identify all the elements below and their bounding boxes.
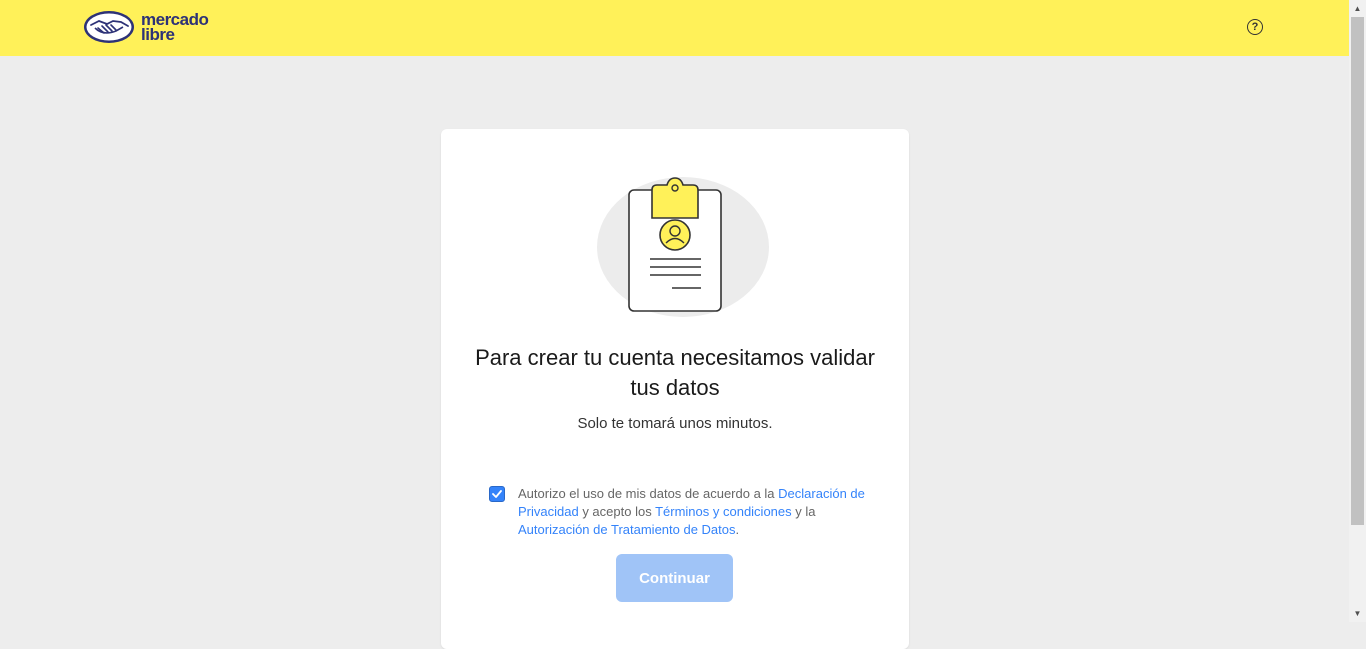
scroll-up-arrow-icon[interactable]: ▲: [1349, 0, 1366, 17]
consent-text: Autorizo el uso de mis datos de acuerdo …: [518, 485, 868, 539]
consent-text-part-3: y la: [791, 504, 816, 519]
help-icon[interactable]: ?: [1247, 19, 1263, 35]
consent-text-part-1: Autorizo el uso de mis datos de acuerdo …: [518, 486, 779, 501]
consent-checkbox[interactable]: [489, 486, 505, 502]
clipboard-user-icon: [597, 177, 769, 317]
scroll-down-arrow-icon[interactable]: ▼: [1349, 605, 1366, 622]
validation-card: Para crear tu cuenta necesitamos validar…: [441, 129, 909, 649]
logo-line-2: libre: [141, 25, 175, 44]
data-treatment-authorization-link[interactable]: Autorización de Tratamiento de Datos: [518, 522, 736, 537]
page-title: Para crear tu cuenta necesitamos validar…: [475, 345, 875, 400]
page-subtitle: Solo te tomará unos minutos.: [577, 415, 773, 432]
scroll-thumb[interactable]: [1351, 17, 1364, 525]
continue-button[interactable]: Continuar: [616, 554, 733, 602]
top-header: mercado libre ?: [0, 0, 1349, 56]
consent-text-part-2: y acepto los: [578, 504, 656, 519]
help-symbol: ?: [1251, 21, 1259, 33]
handshake-icon: [84, 11, 134, 43]
logo-wordmark: mercado libre: [141, 11, 209, 44]
mercado-libre-logo[interactable]: mercado libre: [83, 7, 223, 47]
checkmark-icon: [492, 490, 502, 498]
consent-text-part-4: .: [735, 522, 740, 537]
terms-and-conditions-link[interactable]: Términos y condiciones: [655, 504, 792, 519]
page-scrollbar[interactable]: ▲ ▼: [1349, 0, 1366, 622]
